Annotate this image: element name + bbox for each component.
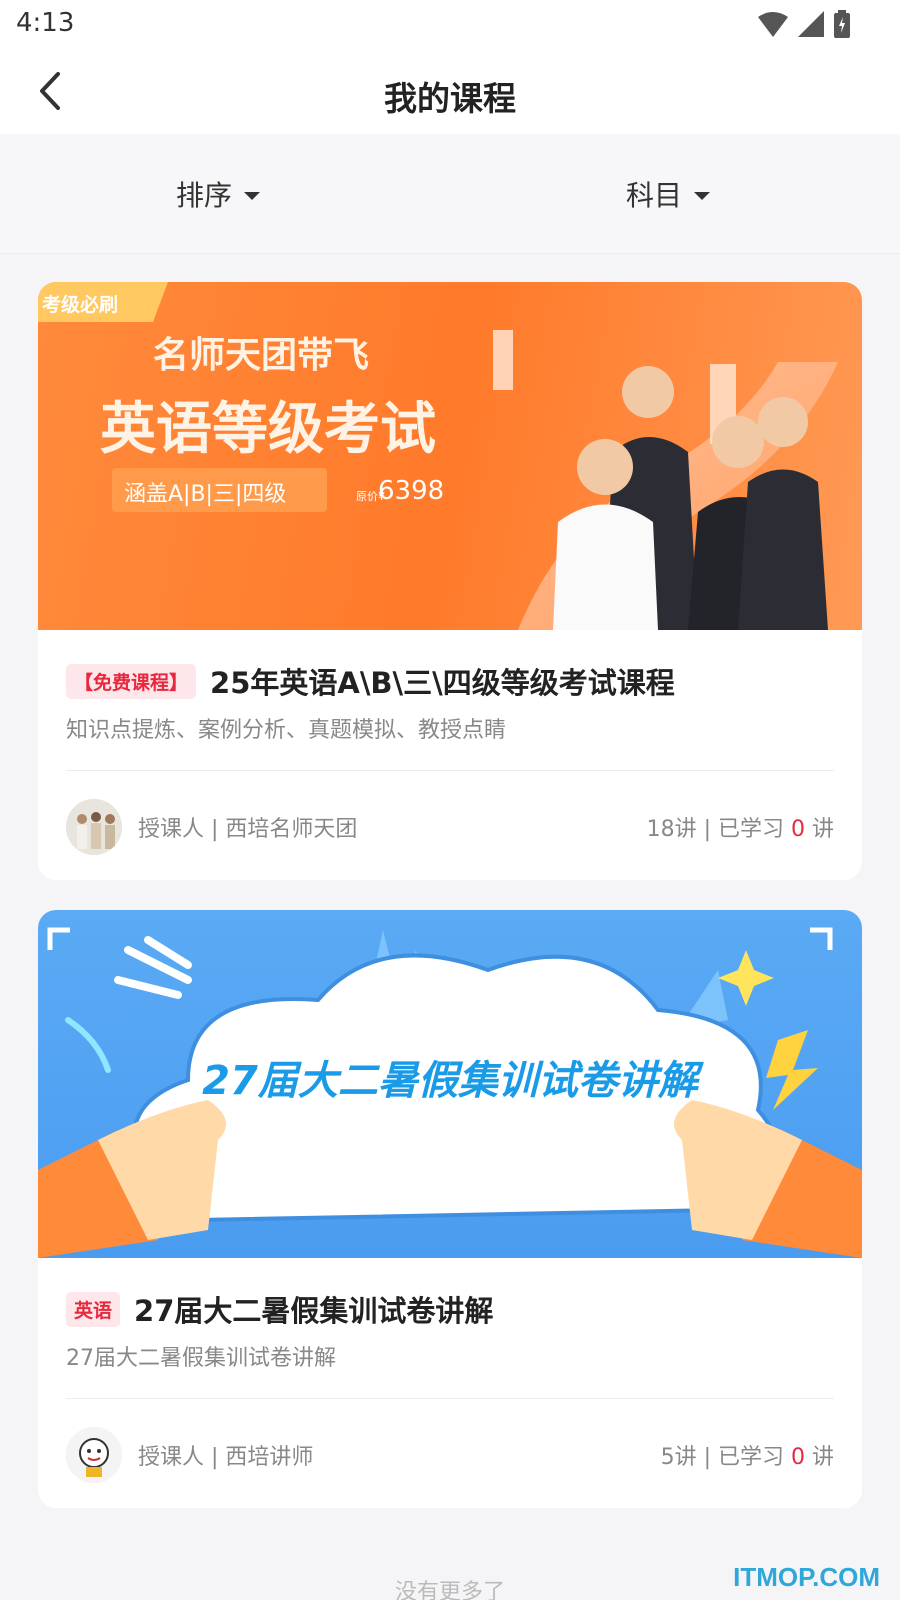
status-icons bbox=[758, 10, 850, 38]
course-card[interactable]: 考级必刷 名师天团带飞 英语等级考试 涵盖A|B|三|四级 原价¥ 6398 【… bbox=[38, 282, 862, 880]
battery-icon bbox=[834, 10, 850, 38]
nav-bar: 我的课程 bbox=[0, 50, 900, 134]
banner-subtext: 涵盖A|B|三|四级 bbox=[124, 482, 287, 507]
lesson-unit: 讲 bbox=[805, 817, 834, 842]
banner-headline: 英语等级考试 bbox=[100, 397, 436, 462]
lesson-unit: 讲 bbox=[805, 1445, 834, 1470]
learned-count: 0 bbox=[791, 1445, 805, 1470]
status-time: 4:13 bbox=[16, 8, 75, 38]
caret-down-icon bbox=[694, 192, 711, 200]
page-title: 我的课程 bbox=[384, 79, 516, 118]
banner-price: 6398 bbox=[378, 476, 445, 506]
signal-icon bbox=[798, 11, 824, 37]
course-title[interactable]: 27届大二暑假集训试卷讲解 bbox=[134, 1288, 493, 1330]
lesson-progress: 5讲 | 已学习 0 讲 bbox=[661, 1439, 834, 1471]
teacher-info: 授课人 | 西培讲师 bbox=[66, 1427, 313, 1483]
title-row: 【免费课程】 25年英语A\B\三\四级等级考试课程 bbox=[66, 660, 834, 702]
teacher-info: 授课人 | 西培名师天团 bbox=[66, 799, 357, 855]
teacher-name: 授课人 | 西培讲师 bbox=[138, 1445, 314, 1470]
course-meta: 授课人 | 西培讲师 5讲 | 已学习 0 讲 bbox=[66, 1399, 834, 1508]
avatar bbox=[66, 799, 122, 855]
banner-headline: 27届大二暑假集训试卷讲解 bbox=[202, 1058, 698, 1104]
subject-dropdown[interactable]: 科目 bbox=[626, 174, 711, 214]
learned-count: 0 bbox=[791, 817, 805, 842]
lesson-progress: 18讲 | 已学习 0 讲 bbox=[647, 811, 834, 843]
subject-tag: 英语 bbox=[66, 1291, 121, 1327]
caret-down-icon bbox=[244, 192, 261, 200]
filter-bar: 排序 科目 bbox=[0, 134, 900, 254]
subject-label: 科目 bbox=[626, 179, 683, 212]
avatar bbox=[66, 1427, 122, 1483]
status-bar: 4:13 bbox=[0, 0, 900, 50]
course-card[interactable]: 27届大二暑假集训试卷讲解 英语 27届大二暑假集训试卷讲解 27届大二暑假集训… bbox=[38, 910, 862, 1508]
teacher-name: 授课人 | 西培名师天团 bbox=[138, 817, 358, 842]
wifi-icon bbox=[758, 12, 788, 37]
course-description: 知识点提炼、案例分析、真题模拟、教授点睛 bbox=[66, 718, 507, 743]
course-banner[interactable]: 考级必刷 名师天团带飞 英语等级考试 涵盖A|B|三|四级 原价¥ 6398 bbox=[38, 282, 862, 630]
course-info: 【免费课程】 25年英语A\B\三\四级等级考试课程 知识点提炼、案例分析、真题… bbox=[38, 630, 862, 880]
lesson-count: 18讲 | 已学习 bbox=[646, 817, 791, 842]
corner-tag: 考级必刷 bbox=[42, 294, 119, 316]
free-course-tag: 【免费课程】 bbox=[66, 663, 197, 699]
course-meta: 授课人 | 西培名师天团 18讲 | 已学习 0 讲 bbox=[66, 771, 834, 880]
lesson-count: 5讲 | 已学习 bbox=[660, 1445, 791, 1470]
course-title[interactable]: 25年英语A\B\三\四级等级考试课程 bbox=[210, 660, 675, 702]
course-info: 英语 27届大二暑假集训试卷讲解 27届大二暑假集训试卷讲解 授课人 | 西培讲… bbox=[38, 1258, 862, 1508]
sort-label: 排序 bbox=[176, 179, 233, 212]
title-row: 英语 27届大二暑假集训试卷讲解 bbox=[66, 1288, 834, 1330]
sort-dropdown[interactable]: 排序 bbox=[176, 174, 261, 214]
course-description: 27届大二暑假集训试卷讲解 bbox=[66, 1346, 336, 1371]
banner-headline: 名师天团带飞 bbox=[153, 335, 370, 376]
course-banner[interactable]: 27届大二暑假集训试卷讲解 bbox=[38, 910, 862, 1258]
teacher-photos bbox=[553, 366, 828, 630]
watermark: ITMOP.COM bbox=[733, 1562, 880, 1592]
